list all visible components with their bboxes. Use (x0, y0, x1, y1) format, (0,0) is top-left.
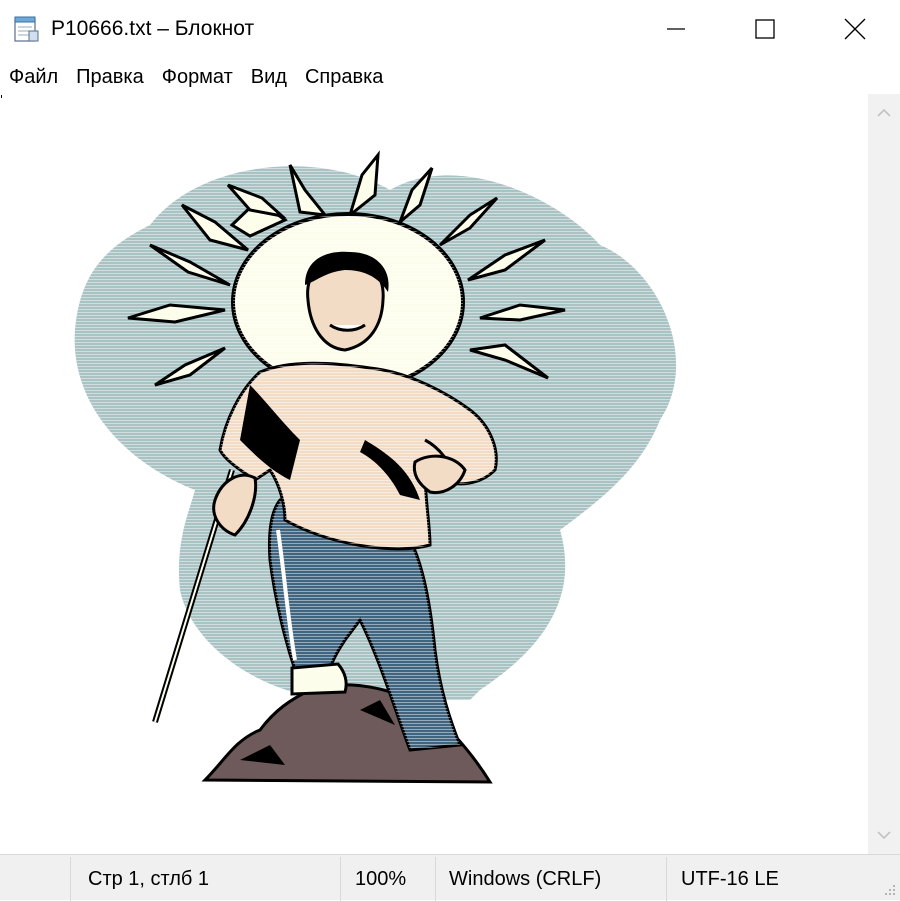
text-caret (1, 95, 2, 98)
status-bar: Стр 1, стлб 1 100% Windows (CRLF) UTF-16… (0, 854, 900, 901)
chevron-up-icon (877, 108, 891, 117)
status-cursor-position: Стр 1, стлб 1 (88, 868, 210, 890)
close-icon (844, 18, 866, 40)
title-bar[interactable]: P10666.txt – Блокнот (0, 0, 900, 60)
menu-view[interactable]: Вид (242, 62, 296, 92)
maximize-icon (755, 19, 775, 39)
status-separator (666, 857, 667, 901)
status-separator (435, 857, 436, 901)
resize-grip-icon[interactable] (882, 882, 896, 896)
status-separator (70, 857, 71, 901)
ascii-art-picture (74, 150, 677, 784)
vertical-scrollbar[interactable] (868, 94, 900, 854)
status-separator (340, 857, 341, 901)
close-button[interactable] (815, 0, 895, 58)
notepad-icon (12, 15, 40, 43)
menu-help[interactable]: Справка (296, 62, 392, 92)
maximize-button[interactable] (725, 0, 805, 58)
menu-format[interactable]: Формат (153, 62, 242, 92)
status-zoom: 100% (355, 868, 407, 890)
scroll-up-button[interactable] (868, 94, 900, 132)
menu-file[interactable]: Файл (0, 62, 67, 92)
chevron-down-icon (877, 831, 891, 840)
text-editor-area[interactable] (0, 94, 868, 854)
menu-edit[interactable]: Правка (67, 62, 153, 92)
status-line-endings: Windows (CRLF) (449, 868, 602, 890)
minimize-button[interactable] (636, 0, 716, 58)
status-encoding: UTF-16 LE (681, 868, 779, 890)
menu-bar: Файл Правка Формат Вид Справка (0, 60, 900, 94)
figure-shoe (290, 662, 348, 696)
window-title: P10666.txt – Блокнот (51, 17, 255, 40)
scroll-down-button[interactable] (868, 816, 900, 854)
minimize-icon (667, 28, 685, 30)
